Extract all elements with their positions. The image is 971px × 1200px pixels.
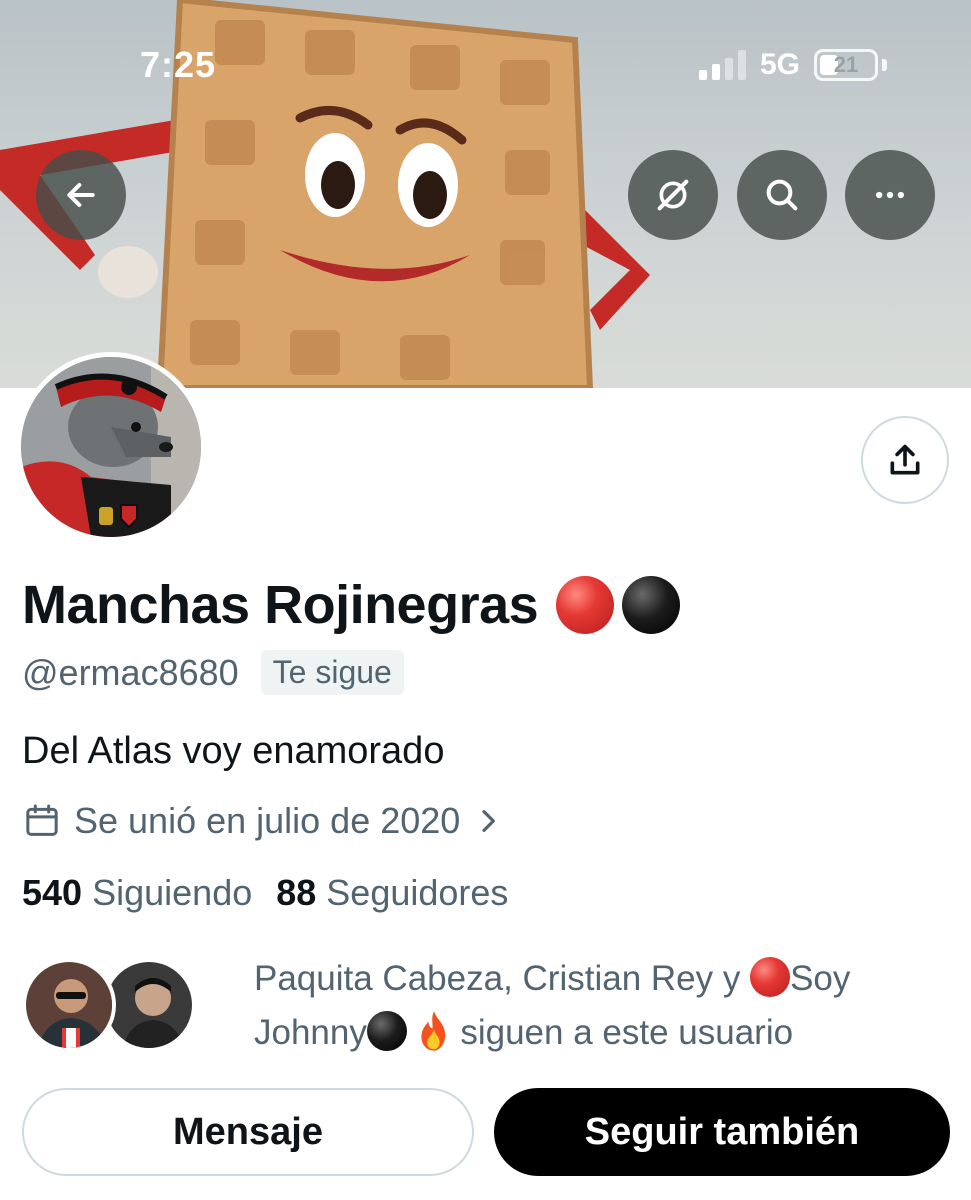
- followers-stat[interactable]: 88 Seguidores: [276, 872, 508, 914]
- status-time: 7:25: [140, 44, 217, 85]
- known-followers[interactable]: Paquita Cabeza, Cristian Rey y Soy Johnny…: [22, 952, 952, 1062]
- known-followers-part1: Paquita Cabeza, Cristian Rey y: [254, 959, 751, 998]
- joined-text: Se unió en julio de 2020: [74, 800, 461, 841]
- profile-avatar[interactable]: [16, 352, 206, 542]
- followers-label: Seguidores: [326, 872, 509, 913]
- avatar-image: [21, 357, 201, 537]
- chevron-right-icon: [482, 810, 496, 832]
- black-circle-emoji: [366, 1011, 407, 1051]
- network-type: 5G: [759, 48, 800, 81]
- display-name-text: Manchas Rojinegras: [22, 575, 539, 635]
- battery-tip: [882, 59, 887, 71]
- follows-you-badge: Te sigue: [260, 650, 404, 695]
- grok-button[interactable]: [628, 150, 718, 240]
- share-icon: [890, 444, 920, 475]
- known-followers-part4: siguen a este usuario: [450, 1013, 794, 1052]
- followers-count: 88: [276, 872, 317, 913]
- follow-stats: 540 Siguiendo 88 Seguidores: [22, 872, 508, 914]
- message-button[interactable]: Mensaje: [22, 1088, 474, 1176]
- known-follower-avatar: [22, 958, 116, 1052]
- following-label: Siguiendo: [92, 872, 253, 913]
- grok-icon: [657, 179, 689, 211]
- arrow-left-icon: [67, 183, 95, 207]
- user-bio: Del Atlas voy enamorado: [22, 730, 445, 772]
- red-circle-emoji: [556, 576, 615, 634]
- following-count: 540: [22, 872, 83, 913]
- joined-date[interactable]: Se unió en julio de 2020: [22, 800, 504, 842]
- calendar-icon: [26, 804, 58, 836]
- more-button[interactable]: [845, 150, 935, 240]
- signal-icon: [698, 50, 746, 80]
- following-stat[interactable]: 540 Siguiendo: [22, 872, 252, 914]
- battery-icon: 21: [814, 49, 878, 81]
- more-icon: [876, 191, 904, 199]
- red-circle-emoji: [750, 957, 791, 997]
- black-circle-emoji: [622, 576, 681, 634]
- display-name: Manchas Rojinegras: [22, 574, 681, 636]
- search-button[interactable]: [737, 150, 827, 240]
- search-icon: [766, 179, 798, 211]
- known-followers-text: Paquita Cabeza, Cristian Rey y Soy Johnny…: [254, 952, 934, 1060]
- known-followers-part3: Johnny: [254, 1013, 367, 1052]
- follow-back-button[interactable]: Seguir también: [494, 1088, 950, 1176]
- fire-emoji: [421, 1011, 445, 1051]
- battery-percent: 21: [833, 52, 859, 77]
- user-handle: @ermac8680: [22, 651, 239, 693]
- back-button[interactable]: [36, 150, 126, 240]
- share-button[interactable]: [861, 416, 949, 504]
- known-followers-part2: Soy: [790, 959, 851, 998]
- known-follower-avatar: [102, 958, 196, 1052]
- handle-row: @ermac8680 Te sigue: [22, 650, 404, 695]
- status-indicators: 5G 21: [698, 48, 887, 82]
